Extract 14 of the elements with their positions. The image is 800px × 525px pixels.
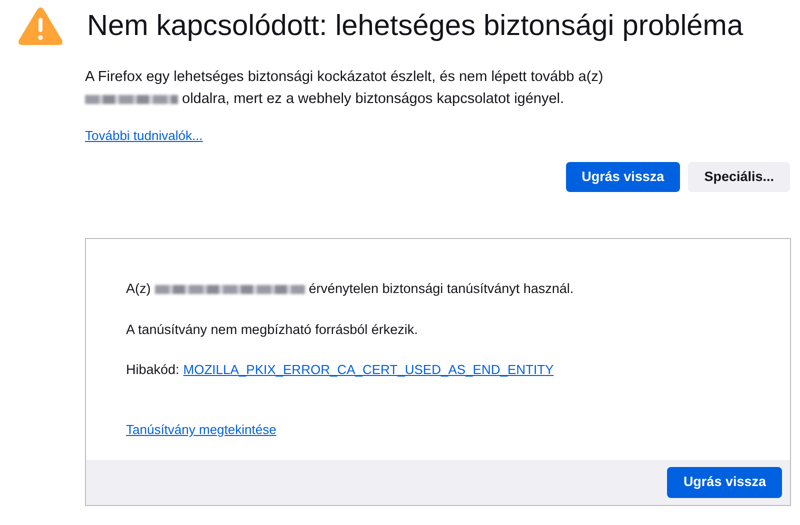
button[interactable]: Ugrás vissza [667,467,782,498]
panel-text: érvénytelen biztonsági tanúsítványt használ. [308,280,574,298]
panel-text: A(z) [126,280,151,298]
body-text: A Firefox egy lehetséges biztonsági kockázatot észlelt, és nem lépett tovább a(z) [85,68,604,87]
learn-more-link[interactable]: További tudnivalók... [85,128,203,143]
view-certificate-link[interactable]: Tanúsítvány megtekintése [126,422,276,437]
error-code-label: Hibakód: [126,360,180,379]
body-text: oldalra, mert ez a webhely biztonságos kapcsolatot igényel. [182,90,564,109]
button[interactable]: Speciális... [688,162,790,192]
panel-text: A tanúsítvány nem megbízható forrásból érkezik. [126,322,418,336]
page-title: Nem kapcsolódott: lehetséges biztonsági probléma [87,8,744,44]
error-code-link[interactable]: MOZILLA_PKIX_ERROR_CA_CERT_USED_AS_END_ENTITY [183,360,554,380]
button[interactable]: Ugrás vissza [566,162,680,192]
warning-icon [18,6,63,46]
